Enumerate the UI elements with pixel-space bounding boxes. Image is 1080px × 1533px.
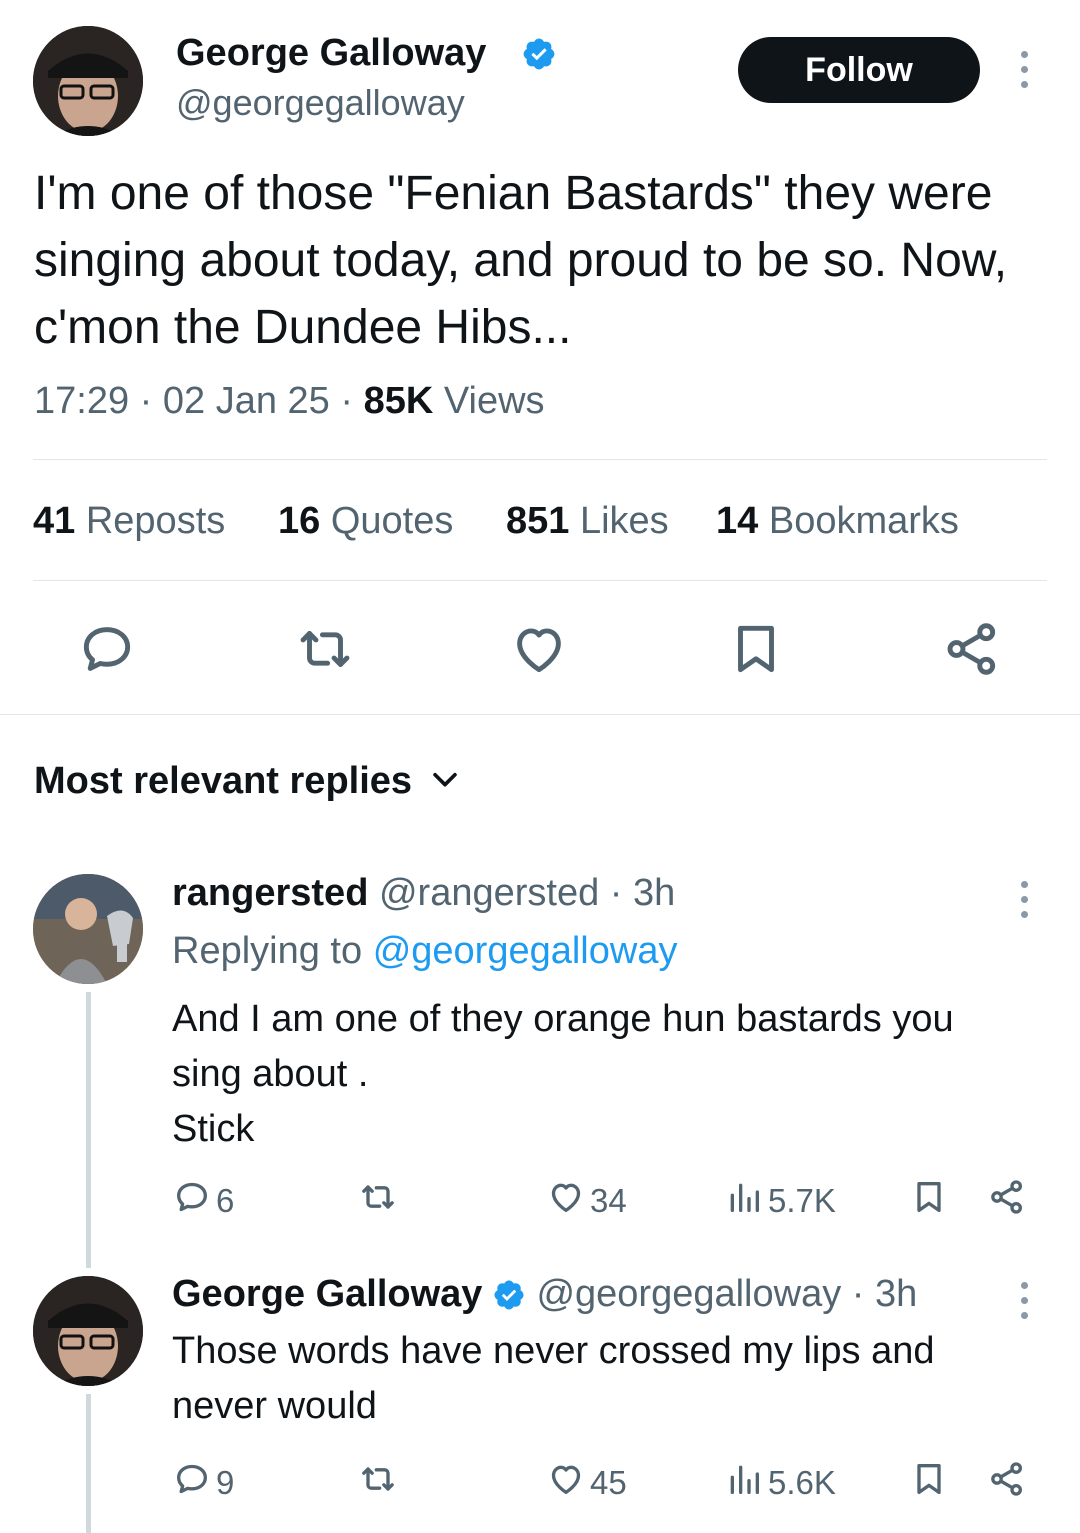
repost-icon[interactable] <box>294 618 356 685</box>
share-icon[interactable] <box>987 1177 1027 1222</box>
reply-icon <box>172 1459 212 1507</box>
bookmark-icon[interactable] <box>725 618 787 685</box>
views-action[interactable]: 5.7K <box>724 1177 836 1225</box>
reply-icon[interactable] <box>76 618 138 685</box>
like-icon <box>546 1177 586 1225</box>
stat-reposts[interactable]: 41 Reposts <box>33 500 225 543</box>
reply-icon <box>172 1177 212 1225</box>
verified-badge-icon <box>521 36 557 72</box>
stat-quotes[interactable]: 16 Quotes <box>278 500 453 543</box>
like-icon <box>546 1459 586 1507</box>
thread-line <box>86 992 91 1268</box>
replies-sort-label: Most relevant replies <box>34 760 413 802</box>
tweet-text: I'm one of those "Fenian Bastards" they … <box>34 167 1008 354</box>
repost-icon <box>358 1459 398 1507</box>
views-count: 85K <box>363 380 434 422</box>
views-action[interactable]: 5.6K <box>724 1459 836 1507</box>
repost-action[interactable] <box>358 1177 398 1225</box>
reply-text: And I am one of they orange hun bastards… <box>172 998 954 1150</box>
stat-likes[interactable]: 851 Likes <box>506 500 669 543</box>
tweet-time[interactable]: 17:29 <box>34 380 129 422</box>
chevron-down-icon <box>428 762 462 801</box>
reply-author-handle[interactable]: @rangersted <box>379 872 599 914</box>
like-icon[interactable] <box>508 618 570 685</box>
stat-bookmarks[interactable]: 14 Bookmarks <box>716 500 959 543</box>
reply-author-name[interactable]: rangersted <box>172 872 368 914</box>
share-icon[interactable] <box>941 618 1003 685</box>
tweet-meta: 17:29 · 02 Jan 25 · 85K Views <box>34 380 545 422</box>
reply-text: Those words have never crossed my lips a… <box>172 1330 935 1427</box>
reply-avatar[interactable] <box>33 874 143 984</box>
bookmark-icon[interactable] <box>909 1459 949 1504</box>
verified-badge-icon <box>492 1278 526 1312</box>
analytics-icon <box>724 1459 764 1507</box>
author-name[interactable]: George Galloway <box>176 32 486 75</box>
divider <box>33 580 1047 581</box>
divider <box>33 459 1047 460</box>
bookmark-icon[interactable] <box>909 1177 949 1222</box>
reply-avatar[interactable] <box>33 1276 143 1386</box>
reply-age[interactable]: 3h <box>875 1273 917 1316</box>
reply-header: George Galloway @georgegalloway · 3h <box>172 1273 918 1316</box>
author-avatar[interactable] <box>33 26 143 136</box>
replying-to: Replying to @georgegalloway <box>172 930 678 972</box>
repost-icon <box>358 1177 398 1225</box>
reply-author-handle[interactable]: @georgegalloway <box>536 1273 841 1316</box>
thread-line <box>86 1394 91 1533</box>
more-options-icon[interactable] <box>1021 1282 1028 1319</box>
views-label: Views <box>443 380 545 422</box>
reply-action[interactable]: 9 <box>172 1459 234 1507</box>
follow-button[interactable]: Follow <box>738 37 980 103</box>
tweet-date[interactable]: 02 Jan 25 <box>163 380 330 422</box>
reply-age[interactable]: 3h <box>633 872 675 914</box>
replies-sort-dropdown[interactable]: Most relevant replies <box>34 760 462 803</box>
reply-header: rangersted @rangersted · 3h <box>172 872 676 914</box>
repost-action[interactable] <box>358 1459 398 1507</box>
like-action[interactable]: 45 <box>546 1459 627 1507</box>
like-action[interactable]: 34 <box>546 1177 627 1225</box>
more-options-icon[interactable] <box>1021 51 1028 88</box>
section-divider <box>0 714 1080 715</box>
more-options-icon[interactable] <box>1021 881 1028 918</box>
author-handle[interactable]: @georgegalloway <box>176 82 465 124</box>
reply-author-name[interactable]: George Galloway <box>172 1273 482 1316</box>
reply-action[interactable]: 6 <box>172 1177 234 1225</box>
analytics-icon <box>724 1177 764 1225</box>
replying-to-handle[interactable]: @georgegalloway <box>373 930 678 972</box>
share-icon[interactable] <box>987 1459 1027 1504</box>
